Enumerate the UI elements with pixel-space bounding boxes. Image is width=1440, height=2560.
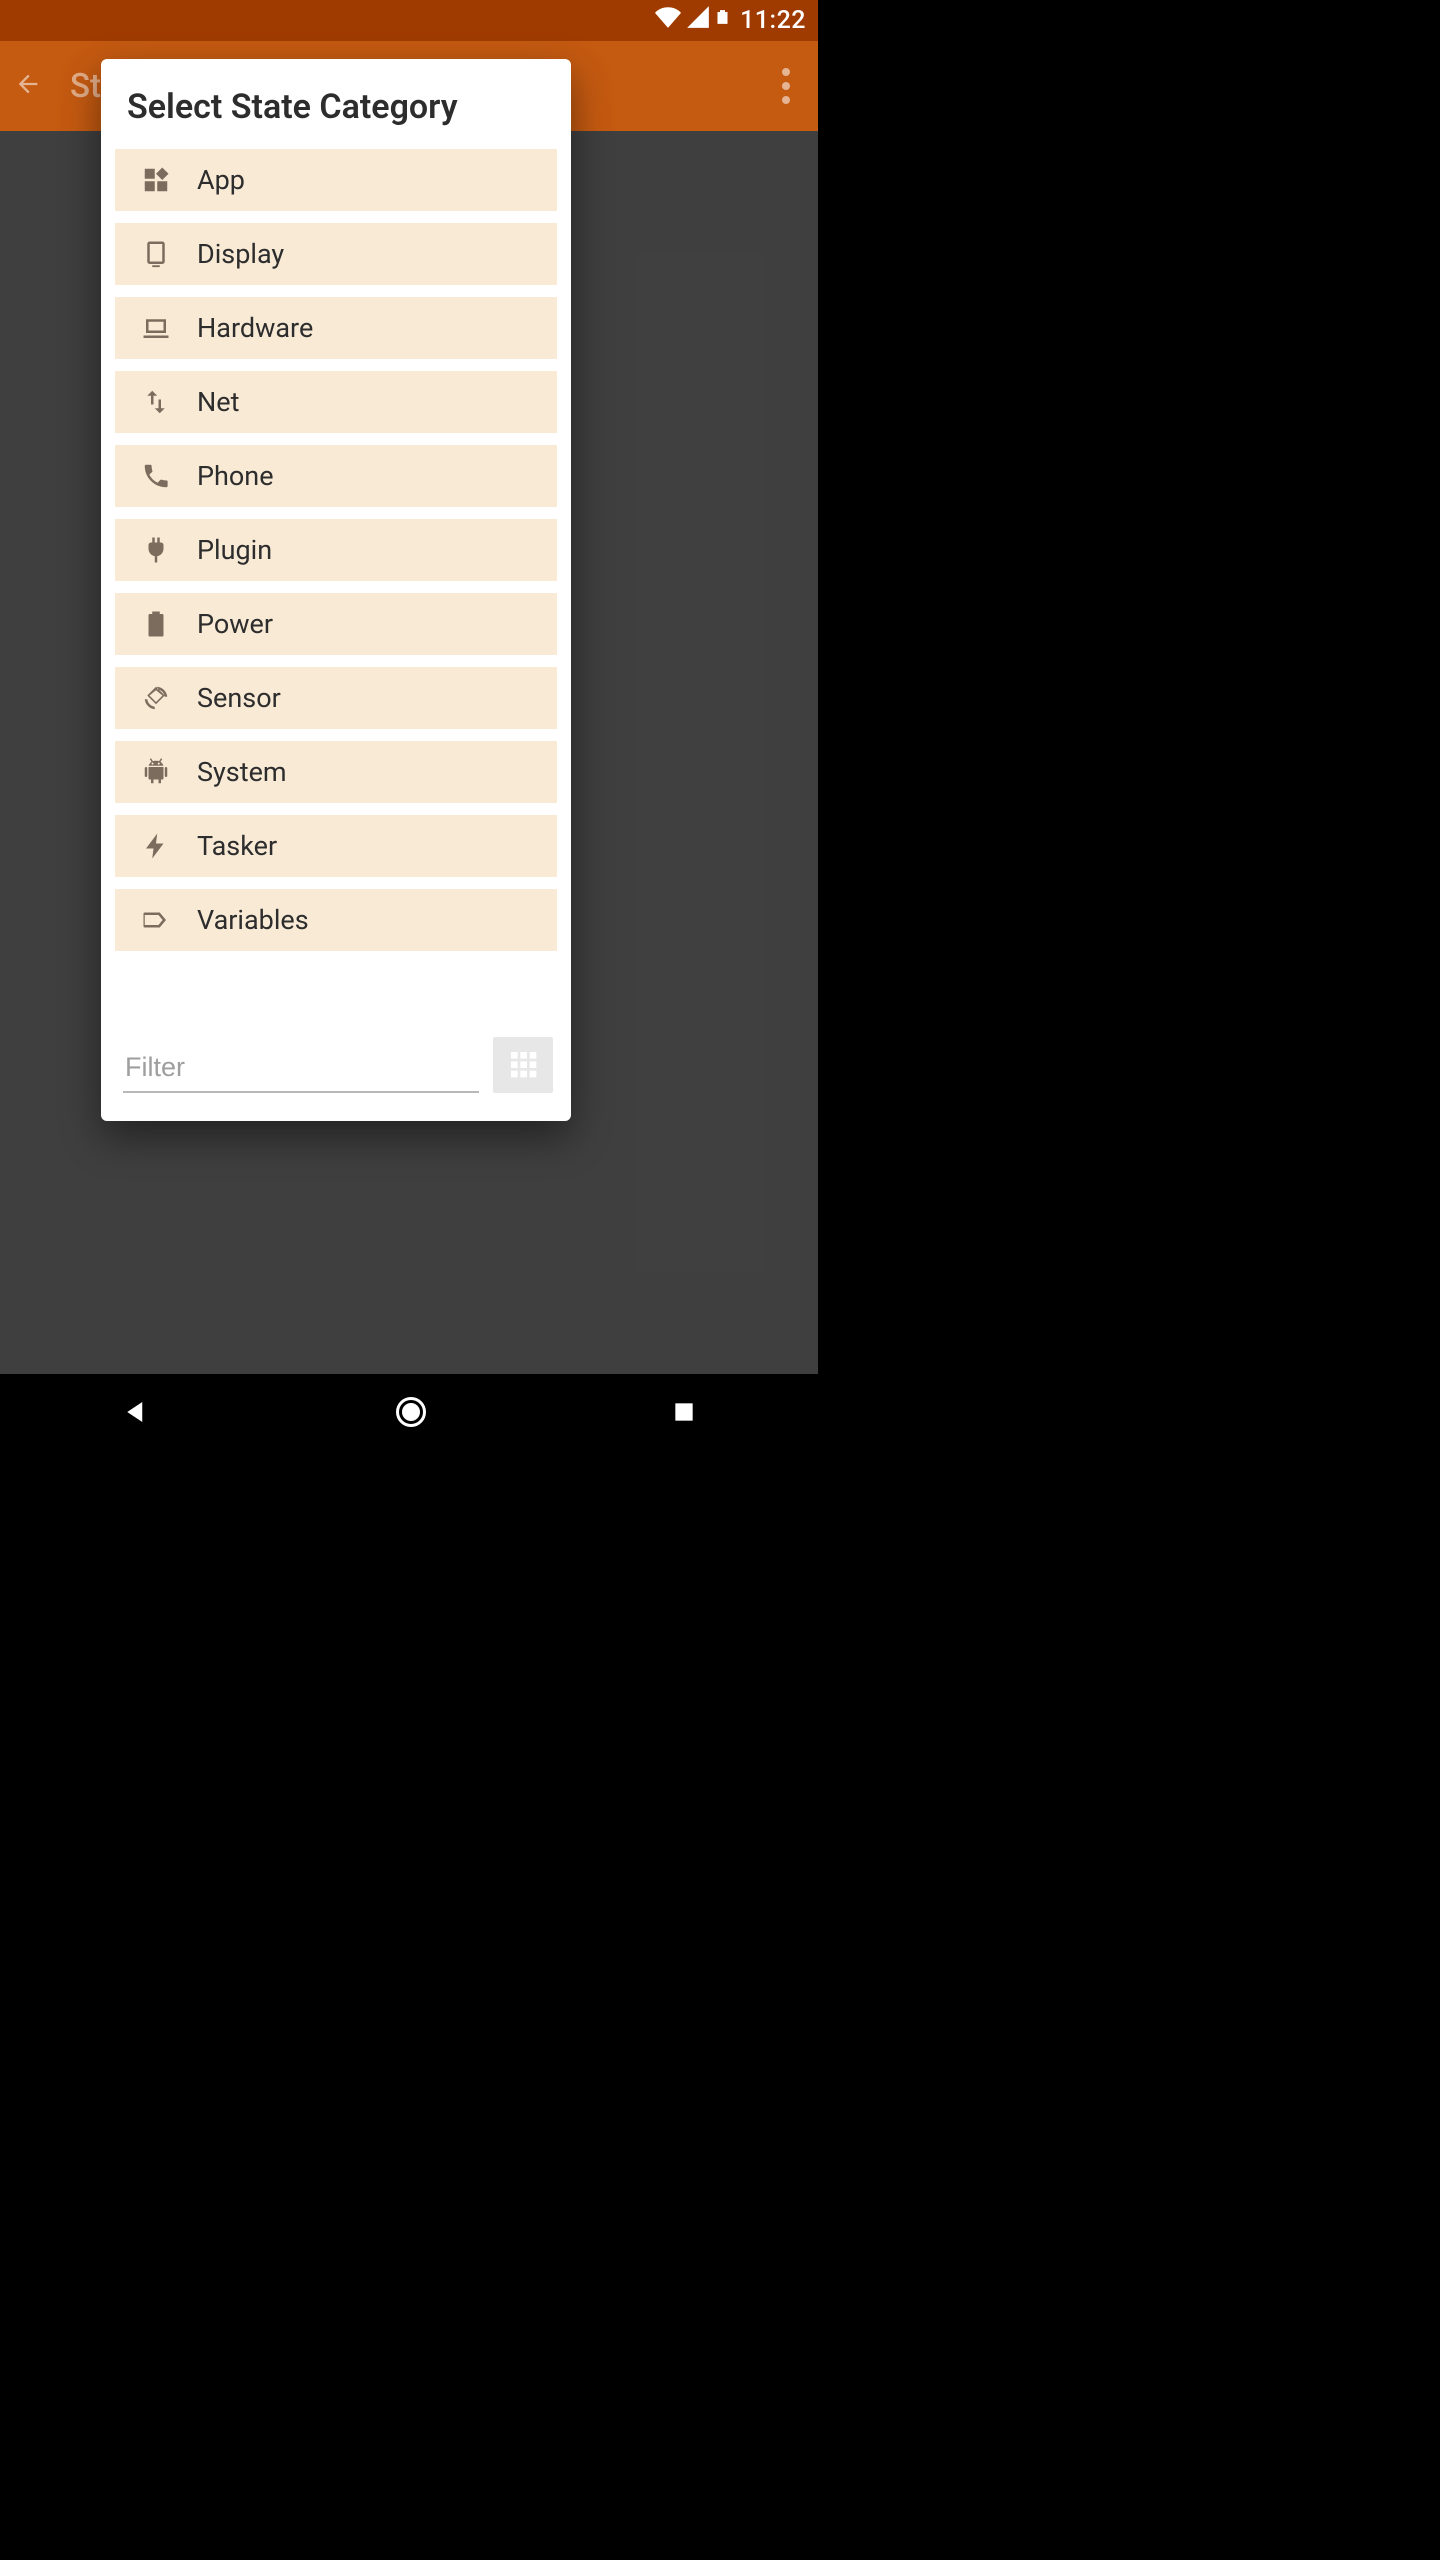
nav-home-icon[interactable]: [393, 1394, 429, 1434]
category-item-phone[interactable]: Phone: [115, 445, 557, 507]
category-label: App: [197, 164, 245, 196]
android-icon: [131, 757, 181, 787]
battery-icon: [131, 609, 181, 639]
category-label: Net: [197, 386, 239, 418]
category-item-tasker[interactable]: Tasker: [115, 815, 557, 877]
appbar-action-icon-2[interactable]: [732, 72, 760, 100]
dialog-title: Select State Category: [101, 87, 571, 149]
rotation-icon: [131, 683, 181, 713]
display-icon: [131, 239, 181, 269]
appbar-action-icon[interactable]: [704, 72, 732, 100]
category-list: App Display Hardware Net: [101, 149, 571, 1017]
category-item-net[interactable]: Net: [115, 371, 557, 433]
battery-icon: [715, 4, 730, 37]
system-navbar: [0, 1374, 818, 1454]
category-item-hardware[interactable]: Hardware: [115, 297, 557, 359]
category-label: System: [197, 756, 287, 788]
status-bar: 11:22: [0, 0, 818, 41]
category-dialog: Select State Category App Display Hardwa…: [101, 59, 571, 1121]
phone-icon: [131, 461, 181, 491]
category-label: Plugin: [197, 534, 272, 566]
category-label: Display: [197, 238, 284, 270]
widgets-icon: [131, 165, 181, 195]
category-label: Sensor: [197, 682, 281, 714]
category-item-display[interactable]: Display: [115, 223, 557, 285]
grid-view-button[interactable]: [493, 1037, 553, 1093]
overflow-menu-icon[interactable]: [782, 82, 790, 90]
category-label: Phone: [197, 460, 274, 492]
status-time: 11:22: [740, 6, 806, 35]
filter-input[interactable]: [123, 1044, 479, 1093]
category-item-system[interactable]: System: [115, 741, 557, 803]
category-label: Tasker: [197, 830, 277, 862]
dialog-footer: [101, 1017, 571, 1103]
category-item-app[interactable]: App: [115, 149, 557, 211]
label-icon: [131, 905, 181, 935]
wifi-icon: [655, 4, 681, 37]
cell-signal-icon: [685, 4, 711, 37]
category-item-sensor[interactable]: Sensor: [115, 667, 557, 729]
laptop-icon: [131, 313, 181, 343]
grid-icon: [507, 1048, 539, 1083]
screen: 11:22 State Edit Select State Category A…: [0, 0, 818, 1454]
bolt-icon: [131, 831, 181, 861]
swap-vert-icon: [131, 387, 181, 417]
category-item-plugin[interactable]: Plugin: [115, 519, 557, 581]
category-label: Hardware: [197, 312, 313, 344]
category-item-power[interactable]: Power: [115, 593, 557, 655]
category-label: Power: [197, 608, 273, 640]
category-item-variables[interactable]: Variables: [115, 889, 557, 951]
nav-back-icon[interactable]: [121, 1397, 151, 1431]
nav-recents-icon[interactable]: [671, 1399, 697, 1429]
back-icon[interactable]: [14, 70, 42, 102]
category-label: Variables: [197, 904, 309, 936]
plug-icon: [131, 535, 181, 565]
